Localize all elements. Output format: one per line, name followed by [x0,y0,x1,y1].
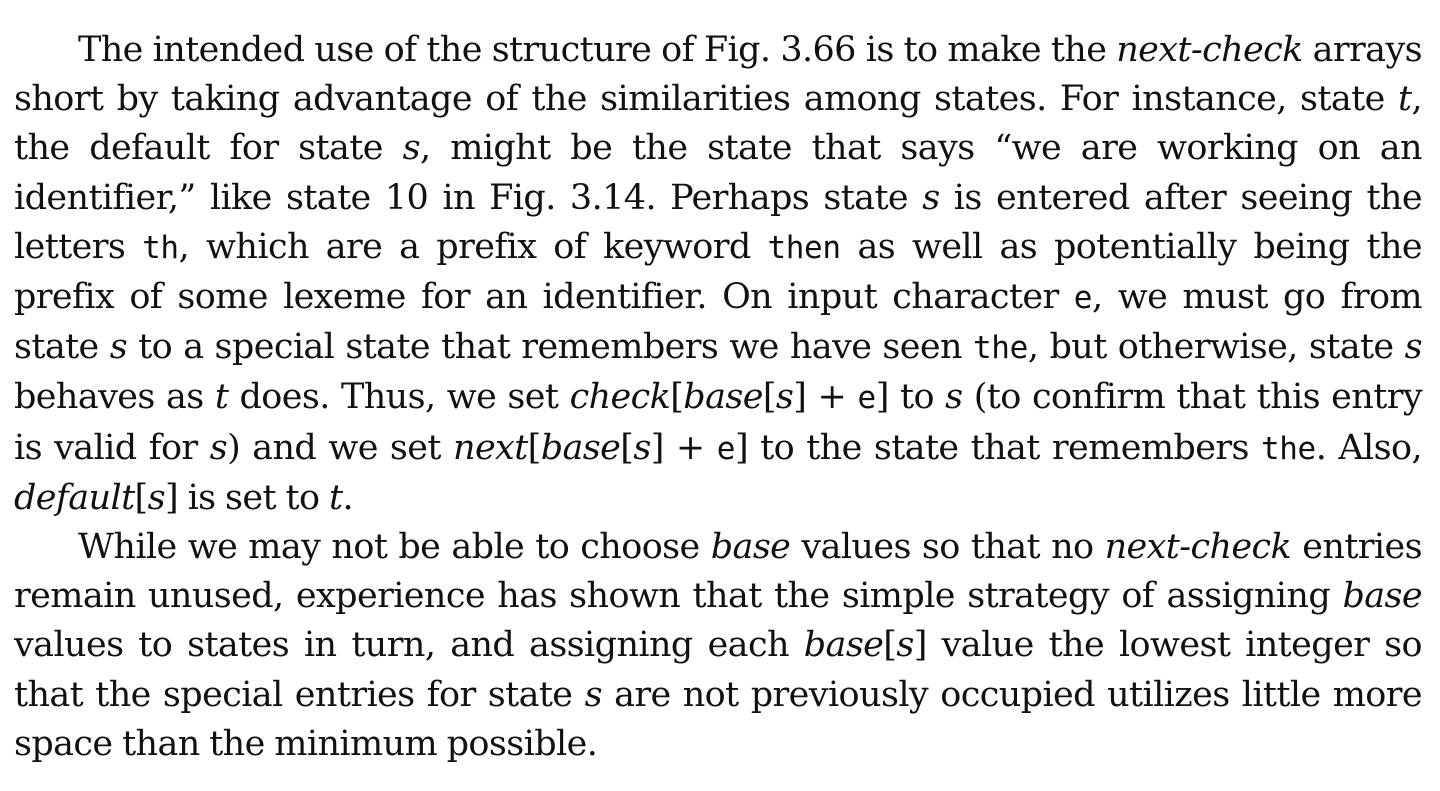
text-run: ) and we set [227,427,453,468]
math-italic-text: s [402,128,421,169]
text-run: , but otherwise, state [1027,327,1405,368]
code-text: th [142,229,179,266]
paragraph-base-value-strategy: While we may not be able to choose base … [14,523,1423,769]
text-run: [ [670,377,684,418]
math-italic-text: next-check [1104,527,1292,568]
text-run: While we may not be able to choose [78,527,711,568]
text-run: ] + [650,427,717,468]
math-italic-text: s [147,477,166,518]
math-italic-text: s [109,327,128,368]
code-text: the [1260,430,1316,467]
math-italic-text: base [710,527,791,568]
math-italic-text: s [209,427,228,468]
math-italic-text: default [14,477,135,518]
text-run: [ [620,427,634,468]
text-run: values to states in turn, and assigning … [14,625,804,666]
text-run: does. Thus, we set [228,377,570,418]
math-italic-text: s [945,377,963,418]
math-italic-text: s [584,674,603,715]
text-run: . Also, [1315,427,1423,468]
text-run: ] to the state that remembers [735,427,1261,468]
paragraph-next-check-usage: The intended use of the structure of Fig… [14,26,1423,523]
math-italic-text: s [896,625,914,666]
text-run: [ [134,477,149,518]
math-italic-text: base [803,625,884,666]
code-text: e [1073,280,1093,317]
text-run: behaves as [14,377,215,418]
math-italic-text: t [214,377,229,418]
text-run: to a special state that remembers we hav… [127,327,974,368]
math-italic-text: t [1398,79,1412,120]
text-run: . [342,477,353,518]
math-italic-text: base [683,377,763,418]
text-run: ] to [875,377,946,418]
document-page: The intended use of the structure of Fig… [14,26,1423,769]
code-text: then [767,229,841,266]
math-italic-text: next-check [1116,30,1303,70]
math-italic-text: s [633,427,651,468]
code-text: e [857,380,876,417]
math-italic-text: s [922,177,940,218]
text-run: values so that no [790,527,1105,568]
math-italic-text: s [1404,327,1423,368]
math-italic-text: s [775,377,794,418]
text-run: ] is set to [164,477,329,518]
text-run: [ [527,427,542,468]
text-run: [ [883,625,897,666]
text-run: , which are a prefix of keyword [178,226,768,267]
math-italic-text: base [1342,576,1422,617]
text-run: ] + [793,377,858,418]
math-italic-text: next [453,427,528,468]
text-run: [ [762,377,777,418]
code-text: e [716,430,736,467]
math-italic-text: check [569,377,671,418]
math-italic-text: t [328,477,343,518]
math-italic-text: base [540,427,621,468]
text-run: The intended use of the structure of Fig… [78,30,1117,70]
code-text: the [973,330,1028,367]
